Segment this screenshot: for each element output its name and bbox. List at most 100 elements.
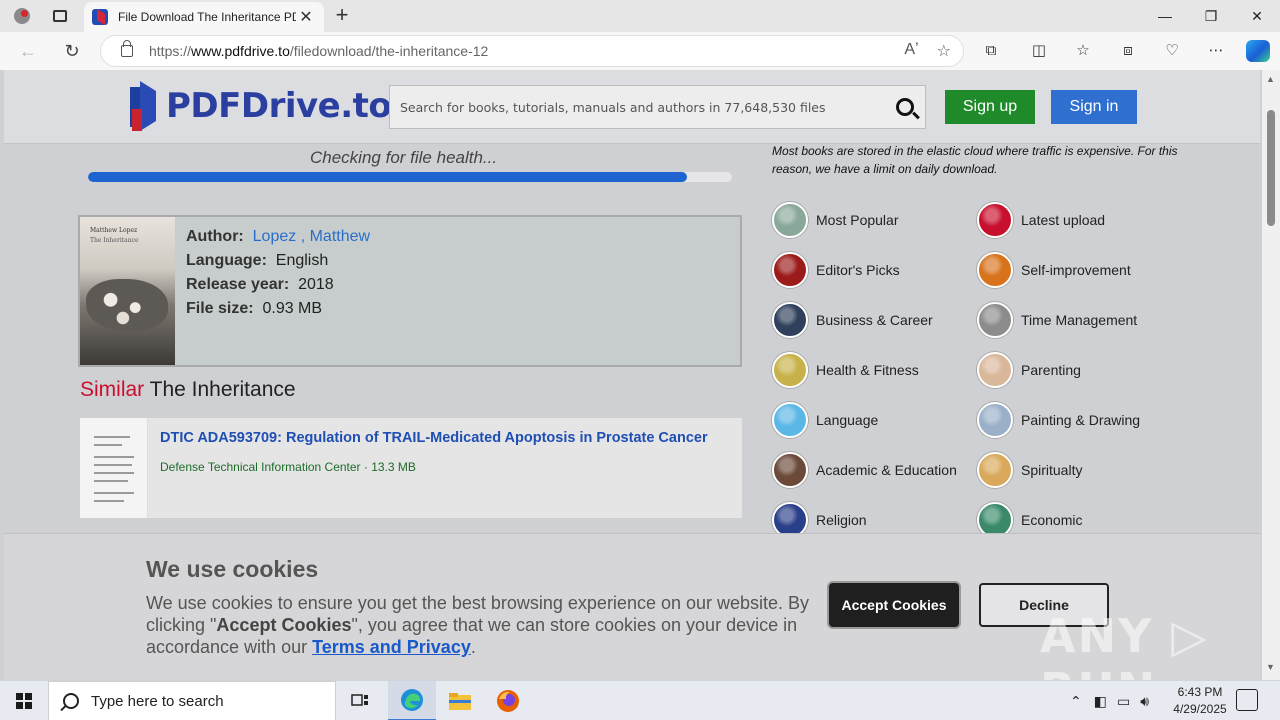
category-label: Health & Fitness	[816, 362, 919, 378]
category-business-career[interactable]: Business & Career	[772, 302, 933, 338]
search-icon[interactable]	[885, 87, 925, 127]
author-last-link[interactable]: Lopez	[253, 228, 297, 245]
category-icon	[772, 252, 808, 288]
lock-icon[interactable]	[121, 40, 133, 57]
cookie-banner: We use cookies We use cookies to ensure …	[4, 533, 1260, 680]
profile-avatar-icon[interactable]	[8, 4, 36, 28]
category-label: Editor's Picks	[816, 262, 900, 278]
scroll-down-icon[interactable]: ▼	[1266, 662, 1275, 672]
browser-tab-strip: File Download The Inheritance PDF ✕ + — …	[0, 0, 1280, 32]
book-info-card: Matthew Lopez The Inheritance Author: Lo…	[78, 215, 742, 367]
category-label: Academic & Education	[816, 462, 957, 478]
category-label: Self-improvement	[1021, 262, 1131, 278]
extensions-icon[interactable]: ⧉	[980, 40, 1002, 62]
accept-cookies-button[interactable]: Accept Cookies	[829, 583, 959, 627]
site-header: PDFDrive.to Sign up Sign in	[4, 70, 1260, 144]
release-year-label: Release year:	[186, 276, 290, 293]
category-icon	[977, 402, 1013, 438]
collections-icon[interactable]: ⧈	[1117, 40, 1139, 62]
notifications-icon[interactable]	[1236, 689, 1258, 711]
site-search-box	[389, 85, 926, 129]
file-size-value: 0.93 MB	[262, 300, 323, 317]
volume-icon[interactable]: 🔊︎	[1140, 693, 1149, 710]
show-hidden-icons[interactable]: ⌃	[1070, 693, 1082, 710]
category-health-fitness[interactable]: Health & Fitness	[772, 352, 919, 388]
category-language[interactable]: Language	[772, 402, 878, 438]
search-icon	[63, 693, 79, 709]
copilot-icon[interactable]	[1246, 40, 1270, 62]
language-value: English	[275, 252, 329, 269]
site-favicon-icon	[92, 9, 108, 25]
sign-up-button[interactable]: Sign up	[945, 90, 1035, 124]
file-size-label: File size:	[186, 300, 254, 317]
category-icon	[977, 352, 1013, 388]
progress-fill	[88, 172, 687, 182]
site-search-input[interactable]	[390, 99, 885, 115]
category-latest-upload[interactable]: Latest upload	[977, 202, 1105, 238]
network-status-icon[interactable]: ◧	[1094, 693, 1107, 710]
clock-time: 6:43 PM	[1177, 685, 1223, 699]
category-self-improvement[interactable]: Self-improvement	[977, 252, 1131, 288]
ethernet-icon[interactable]: ▭	[1117, 693, 1130, 710]
book-metadata: Author: Lopez , Matthew Language: Englis…	[186, 225, 370, 321]
scrollbar-thumb[interactable]	[1267, 110, 1275, 226]
category-editor-s-picks[interactable]: Editor's Picks	[772, 252, 900, 288]
url-text[interactable]: https://www.pdfdrive.to/filedownload/the…	[149, 43, 488, 59]
book-cover-image[interactable]: Matthew Lopez The Inheritance	[80, 217, 175, 365]
taskbar-search[interactable]: Type here to search	[48, 681, 336, 720]
category-painting-drawing[interactable]: Painting & Drawing	[977, 402, 1140, 438]
browser-essentials-icon[interactable]: ♡	[1161, 40, 1183, 62]
release-year-value: 2018	[298, 276, 334, 293]
author-label: Author:	[186, 228, 244, 245]
similar-book-title-link[interactable]: DTIC ADA593709: Regulation of TRAIL-Medi…	[160, 430, 734, 446]
browser-tab-active[interactable]: File Download The Inheritance PDF ✕	[84, 2, 324, 32]
tab-close-icon[interactable]: ✕	[296, 7, 316, 27]
taskbar-search-placeholder: Type here to search	[91, 692, 224, 710]
similar-book-thumbnail[interactable]	[80, 418, 148, 518]
category-icon	[772, 352, 808, 388]
tab-actions-icon[interactable]	[48, 6, 72, 26]
category-icon	[772, 402, 808, 438]
firefox-icon[interactable]	[484, 681, 532, 720]
favorite-star-icon[interactable]: ☆	[937, 41, 951, 61]
file-explorer-icon[interactable]	[436, 681, 484, 720]
new-tab-button[interactable]: +	[330, 4, 354, 28]
refresh-button[interactable]: ↻	[58, 38, 86, 64]
category-icon	[772, 302, 808, 338]
task-view-icon[interactable]	[336, 681, 384, 720]
category-time-management[interactable]: Time Management	[977, 302, 1137, 338]
window-minimize-button[interactable]: —	[1142, 0, 1188, 32]
address-bar[interactable]: https://www.pdfdrive.to/filedownload/the…	[100, 35, 964, 67]
category-spiritualty[interactable]: Spiritualty	[977, 452, 1082, 488]
category-academic-education[interactable]: Academic & Education	[772, 452, 957, 488]
terms-privacy-link[interactable]: Terms and Privacy	[312, 637, 471, 657]
favorites-icon[interactable]: ☆	[1072, 40, 1094, 62]
cookie-heading: We use cookies	[146, 556, 319, 582]
start-button[interactable]	[0, 681, 48, 720]
similar-book-item[interactable]: DTIC ADA593709: Regulation of TRAIL-Medi…	[80, 418, 742, 518]
category-label: Time Management	[1021, 312, 1138, 328]
category-label: Most Popular	[816, 212, 899, 228]
category-label: Economic	[1021, 512, 1083, 528]
category-icon	[772, 452, 808, 488]
scroll-up-icon[interactable]: ▲	[1266, 74, 1275, 84]
split-screen-icon[interactable]: ◫	[1028, 40, 1050, 62]
author-first-link[interactable]: , Matthew	[301, 228, 370, 245]
category-parenting[interactable]: Parenting	[977, 352, 1081, 388]
taskbar-clock[interactable]: 6:43 PM 4/29/2025	[1160, 684, 1240, 718]
read-aloud-icon[interactable]: A͏ʼ	[904, 41, 918, 61]
category-most-popular[interactable]: Most Popular	[772, 202, 898, 238]
sign-in-button[interactable]: Sign in	[1051, 90, 1137, 124]
site-logo[interactable]: PDFDrive.to	[130, 80, 392, 132]
anyrun-watermark: ANY ▷ RUN	[1040, 609, 1209, 680]
category-label: Language	[816, 412, 879, 428]
window-close-button[interactable]: ✕	[1234, 0, 1280, 32]
back-button[interactable]: ←	[14, 38, 42, 64]
windows-taskbar: Type here to search ⌃ ◧ ▭ 🔊︎ 6:43 PM 4/2…	[0, 680, 1280, 720]
page-viewport: PDFDrive.to Sign up Sign in Checking for…	[0, 70, 1262, 680]
settings-more-icon[interactable]: ⋯	[1205, 40, 1227, 62]
category-icon	[977, 202, 1013, 238]
edge-taskbar-icon[interactable]	[388, 681, 436, 720]
window-restore-button[interactable]: ❐	[1188, 0, 1234, 32]
page-scrollbar[interactable]: ▲ ▼	[1262, 70, 1280, 680]
